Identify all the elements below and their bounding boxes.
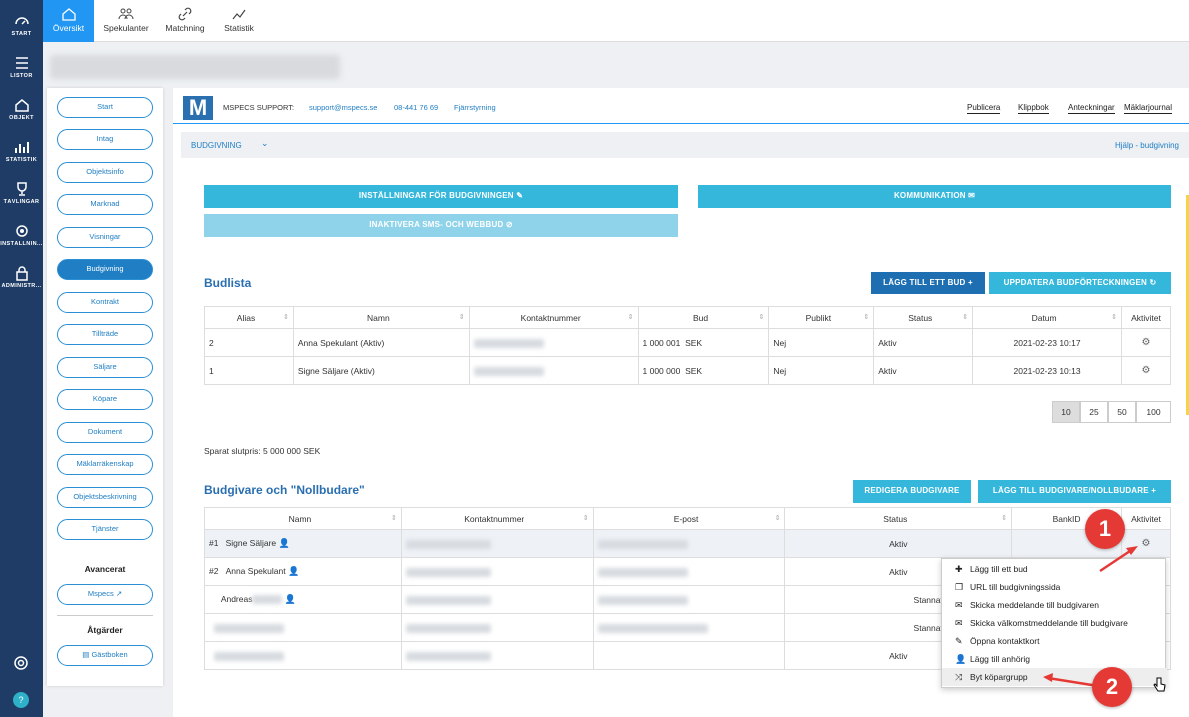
hand-cursor-icon [1153,677,1166,692]
annotation-badge-1: 1 [1085,509,1125,549]
annotation-badge-2: 2 [1092,667,1132,707]
annotation-arrows [1043,546,1138,688]
